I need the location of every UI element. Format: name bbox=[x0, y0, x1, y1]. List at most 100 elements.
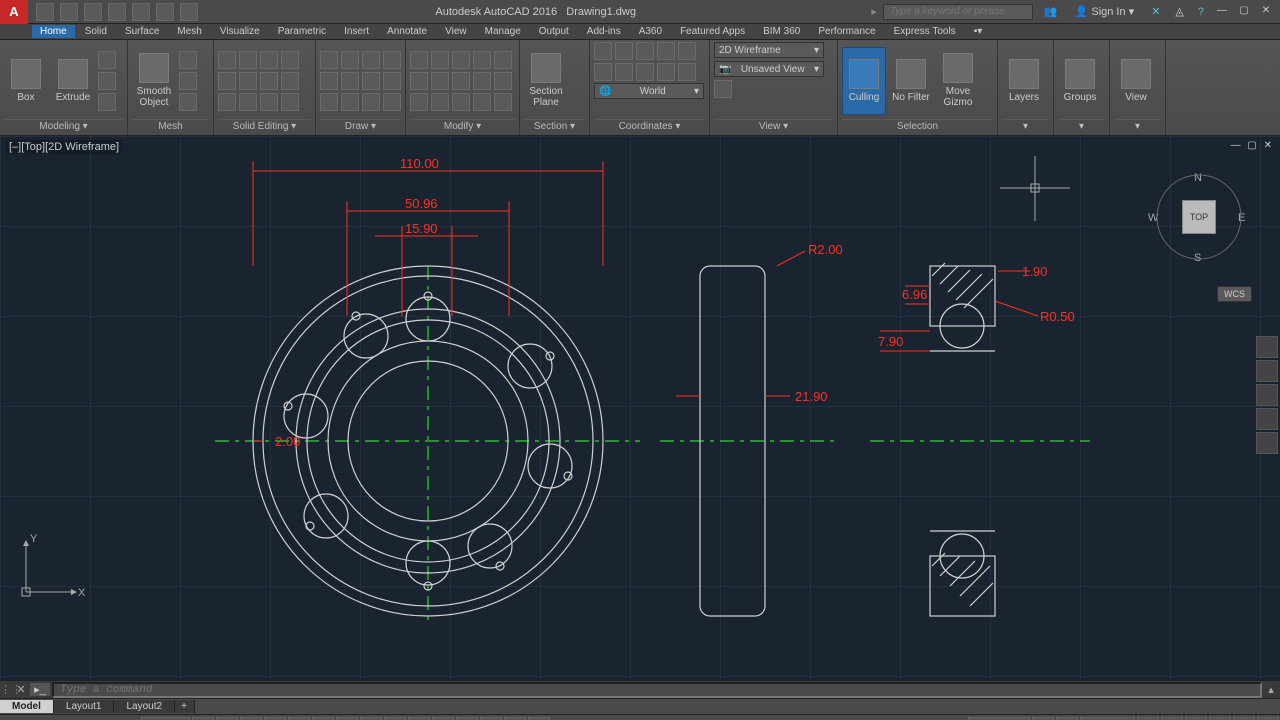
offset-edge-icon[interactable] bbox=[260, 72, 278, 90]
selection-cycling-icon[interactable] bbox=[480, 717, 502, 720]
ucs-x-icon[interactable] bbox=[636, 42, 654, 60]
hatch-icon[interactable] bbox=[383, 72, 401, 90]
exchange-icon[interactable]: ✕ bbox=[1146, 5, 1165, 18]
customize-icon[interactable] bbox=[1257, 717, 1279, 720]
ucs-view-icon[interactable] bbox=[594, 63, 612, 81]
visual-style-combo[interactable]: 2D Wireframe▾ bbox=[714, 42, 824, 58]
intersect-icon[interactable] bbox=[260, 51, 278, 69]
command-input[interactable] bbox=[52, 682, 1262, 698]
panel-coord-label[interactable]: Coordinates ▾ bbox=[594, 119, 705, 135]
polyline-icon[interactable] bbox=[341, 51, 359, 69]
ucs-prev-icon[interactable] bbox=[657, 63, 675, 81]
separate-icon[interactable] bbox=[239, 93, 257, 111]
restore-button[interactable]: ▢ bbox=[1236, 5, 1252, 19]
cmd-history-icon[interactable]: ▴ bbox=[1262, 683, 1280, 696]
3dosnap-icon[interactable] bbox=[336, 717, 358, 720]
tab-performance[interactable]: Performance bbox=[810, 25, 883, 38]
annotation-icon[interactable] bbox=[528, 717, 550, 720]
slice-icon[interactable] bbox=[281, 51, 299, 69]
close-button[interactable]: ✕ bbox=[1258, 5, 1274, 19]
tab-mesh[interactable]: Mesh bbox=[169, 25, 209, 38]
viewcube[interactable]: N S W E TOP bbox=[1142, 164, 1252, 274]
line-icon[interactable] bbox=[320, 51, 338, 69]
layers-button[interactable]: Layers bbox=[1002, 47, 1046, 115]
cmd-close-icon[interactable]: ✕ bbox=[14, 683, 28, 696]
point-icon[interactable] bbox=[341, 93, 359, 111]
ucs-world-icon[interactable] bbox=[615, 42, 633, 60]
chamfer-icon[interactable] bbox=[473, 72, 491, 90]
panel-mesh-label[interactable]: Mesh bbox=[132, 119, 209, 135]
nav-orbit-icon[interactable] bbox=[1256, 408, 1278, 430]
hardware-accel-icon[interactable] bbox=[1209, 717, 1231, 720]
tab-manage[interactable]: Manage bbox=[477, 25, 529, 38]
ucs-obj-icon[interactable] bbox=[636, 63, 654, 81]
panel-layers-label[interactable]: ▾ bbox=[1002, 119, 1049, 135]
qat-plot-icon[interactable] bbox=[132, 3, 150, 21]
lockui-icon[interactable] bbox=[1161, 717, 1183, 720]
ucs-face-icon[interactable] bbox=[615, 63, 633, 81]
ucs-z-icon[interactable] bbox=[678, 42, 696, 60]
dyninput-icon[interactable] bbox=[408, 717, 430, 720]
saved-view-combo[interactable]: 📷 Unsaved View▾ bbox=[714, 61, 824, 77]
annomonitor-icon[interactable] bbox=[1056, 717, 1078, 720]
qat-open-icon[interactable] bbox=[60, 3, 78, 21]
minimize-button[interactable]: — bbox=[1214, 5, 1230, 19]
gizmo-button[interactable]: Move Gizmo bbox=[936, 47, 980, 115]
cmd-grip-icon[interactable]: ⋮⋮ bbox=[0, 683, 14, 696]
panel-draw-label[interactable]: Draw ▾ bbox=[320, 119, 401, 135]
helix-icon[interactable] bbox=[383, 93, 401, 111]
help-icon[interactable]: ? bbox=[1194, 6, 1208, 18]
model-space-toggle[interactable]: MODEL bbox=[141, 717, 191, 720]
drawing-viewport[interactable]: [–][Top][2D Wireframe] — ▢ ✕ bbox=[0, 136, 1280, 680]
smooth-object-button[interactable]: Smooth Object bbox=[132, 47, 176, 115]
arc-icon[interactable] bbox=[383, 51, 401, 69]
polygon-icon[interactable] bbox=[341, 72, 359, 90]
explode-icon[interactable] bbox=[494, 51, 512, 69]
osnap-toggle-icon[interactable] bbox=[312, 717, 334, 720]
panel-view2-label[interactable]: ▾ bbox=[1114, 119, 1161, 135]
erase-icon[interactable] bbox=[473, 51, 491, 69]
tab-insert[interactable]: Insert bbox=[336, 25, 377, 38]
tab-home[interactable]: Home bbox=[32, 25, 75, 38]
mesh-less-icon[interactable] bbox=[179, 72, 197, 90]
ucs-y-icon[interactable] bbox=[657, 42, 675, 60]
panel-groups-label[interactable]: ▾ bbox=[1058, 119, 1105, 135]
lineweight-icon[interactable] bbox=[432, 717, 454, 720]
infocenter-icon[interactable]: 👥 bbox=[1039, 5, 1063, 18]
view2-button[interactable]: View bbox=[1114, 47, 1158, 115]
cmd-prompt-icon[interactable]: ▸_ bbox=[30, 683, 50, 696]
isolate-icon[interactable] bbox=[1185, 717, 1207, 720]
ortho-toggle-icon[interactable] bbox=[240, 717, 262, 720]
nofilter-button[interactable]: No Filter bbox=[889, 47, 933, 115]
shell-icon[interactable] bbox=[218, 93, 236, 111]
mesh-refine-icon[interactable] bbox=[179, 93, 197, 111]
panel-modify-label[interactable]: Modify ▾ bbox=[410, 119, 515, 135]
offset-icon[interactable] bbox=[452, 93, 470, 111]
circle-icon[interactable] bbox=[362, 51, 380, 69]
presspull-icon[interactable] bbox=[98, 93, 116, 111]
qat-redo-icon[interactable] bbox=[180, 3, 198, 21]
otrack-icon[interactable] bbox=[360, 717, 382, 720]
nav-showmotion-icon[interactable] bbox=[1256, 432, 1278, 454]
view-extra-icon[interactable] bbox=[714, 80, 732, 98]
transparency-icon[interactable] bbox=[456, 717, 478, 720]
cleanscreen-icon[interactable] bbox=[1233, 717, 1255, 720]
quickprops-icon[interactable] bbox=[1137, 717, 1159, 720]
rectangle-icon[interactable] bbox=[320, 72, 338, 90]
tab-visualize[interactable]: Visualize bbox=[212, 25, 268, 38]
a360-icon[interactable]: ◬ bbox=[1171, 5, 1187, 18]
imprint-icon[interactable] bbox=[281, 93, 299, 111]
fillet-icon[interactable] bbox=[452, 72, 470, 90]
world-combo[interactable]: 🌐 World▾ bbox=[594, 83, 704, 99]
annoscale-display[interactable]: 1:1 / 100% bbox=[968, 717, 1030, 720]
dynucs-icon[interactable] bbox=[384, 717, 406, 720]
panel-solid-edit-label[interactable]: Solid Editing ▾ bbox=[218, 119, 311, 135]
revolve-icon[interactable] bbox=[98, 72, 116, 90]
move-icon[interactable] bbox=[410, 51, 428, 69]
ucs-icon[interactable] bbox=[594, 42, 612, 60]
align-icon[interactable] bbox=[473, 93, 491, 111]
tab-parametric[interactable]: Parametric bbox=[270, 25, 334, 38]
union-icon[interactable] bbox=[218, 51, 236, 69]
tab-annotate[interactable]: Annotate bbox=[379, 25, 435, 38]
culling-button[interactable]: Culling bbox=[842, 47, 886, 115]
